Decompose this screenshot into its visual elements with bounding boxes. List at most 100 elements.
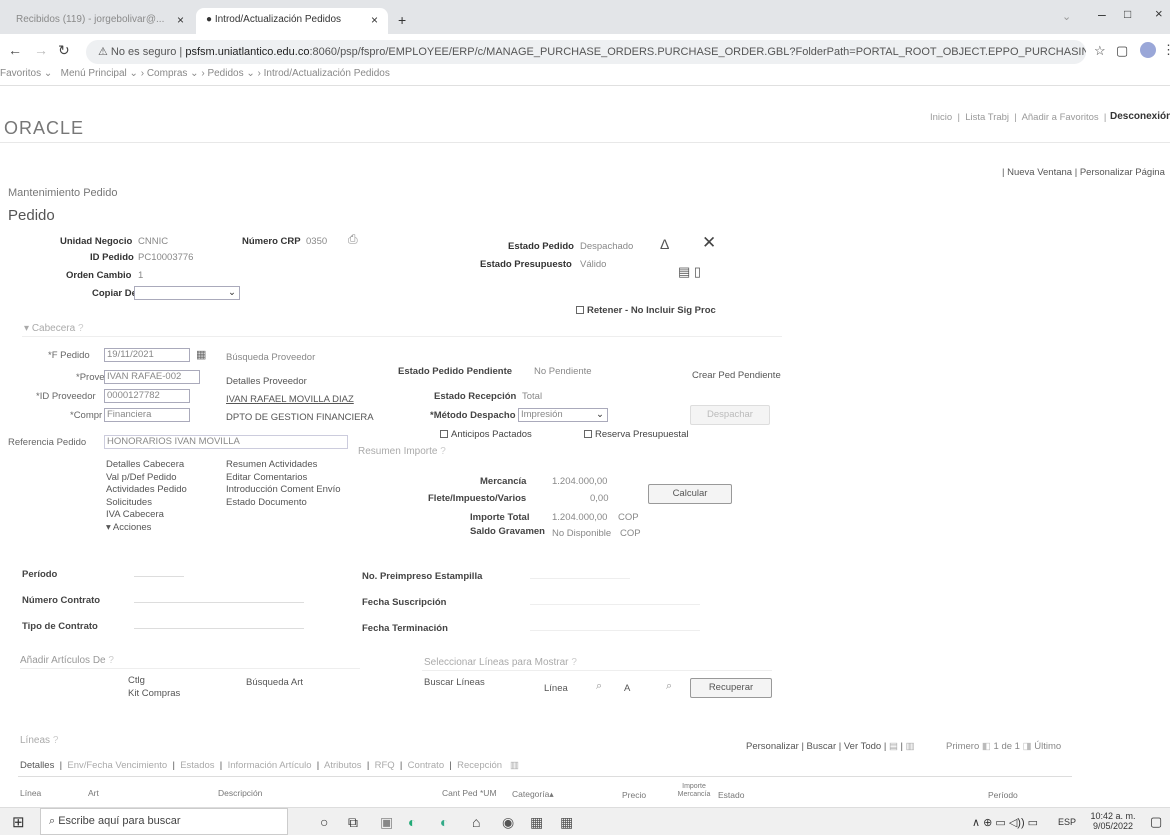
system-tray-icons[interactable]: ∧ ⊕ ▭ ◁)) ▭ xyxy=(972,816,1038,829)
primero-link[interactable]: Primero xyxy=(946,741,979,752)
breadcrumb-compras[interactable]: Compras xyxy=(147,68,188,79)
chrome-icon[interactable]: ◉ xyxy=(502,814,514,831)
edge-icon[interactable]: ◐ xyxy=(408,814,416,830)
taskbar-search[interactable]: ⌕ Escribe aquí para buscar xyxy=(40,808,288,835)
prove-input[interactable]: IVAN RAFAE-002 xyxy=(104,370,200,384)
new-tab-button[interactable]: + xyxy=(398,12,406,28)
crear-pendiente-link[interactable]: Crear Ped Pendiente xyxy=(692,370,781,381)
referencia-input[interactable]: HONORARIOS IVAN MOVILLA xyxy=(104,435,348,449)
col-art: Art xyxy=(88,788,99,798)
breadcrumb-current[interactable]: Introd/Actualización Pedidos xyxy=(264,68,390,79)
store-icon[interactable]: ▣ xyxy=(380,814,393,831)
clock[interactable]: 10:42 a. m. 9/05/2022 xyxy=(1088,811,1138,831)
kit-compras-link[interactable]: Kit Compras xyxy=(128,688,180,699)
acciones-link[interactable]: ▾ Acciones xyxy=(106,522,216,535)
personalizar-link[interactable]: Personalizar Página xyxy=(1080,167,1165,178)
delta-icon[interactable]: Δ xyxy=(660,236,669,252)
calendar-icon[interactable]: ▦ xyxy=(196,348,206,361)
breadcrumb-pedidos[interactable]: Pedidos xyxy=(207,68,243,79)
comentario-envio-link[interactable]: Introducción Coment Envío xyxy=(226,484,366,497)
tab-info-articulo[interactable]: Información Artículo xyxy=(228,760,312,771)
iva-cabecera-link[interactable]: IVA Cabecera xyxy=(106,509,216,522)
header-link-lista[interactable]: Lista Trabj xyxy=(965,112,1009,123)
edge-icon-2[interactable]: ◐ xyxy=(440,814,448,830)
detalles-proveedor-link[interactable]: Detalles Proveedor xyxy=(226,376,307,387)
tab-envio[interactable]: Env/Fecha Vencimiento xyxy=(67,760,167,771)
search-icon[interactable]: ⌕ xyxy=(666,680,672,693)
compr-input[interactable]: Financiera xyxy=(104,408,190,422)
editar-comentarios-link[interactable]: Editar Comentarios xyxy=(226,472,366,485)
word-icon[interactable]: ▦ xyxy=(530,814,543,831)
document-icon[interactable]: ▤ ▯ xyxy=(678,264,701,280)
tab-estados[interactable]: Estados xyxy=(180,760,214,771)
expand-tabs-icon[interactable]: ▥ xyxy=(510,760,519,771)
forward-icon[interactable]: → xyxy=(34,42,48,58)
col-precio: Precio xyxy=(622,790,647,800)
breadcrumb-menu[interactable]: Menú Principal xyxy=(61,68,127,79)
window-close-icon[interactable]: × xyxy=(1155,6,1163,21)
tab-rfq[interactable]: RFQ xyxy=(375,760,395,771)
menu-icon[interactable]: ⋮ xyxy=(1162,42,1170,58)
sidebar-icon[interactable]: ▢ xyxy=(1116,43,1128,59)
col-categoria[interactable]: Categoría▴ xyxy=(512,789,554,800)
profile-avatar[interactable] xyxy=(1140,42,1156,58)
star-icon[interactable]: ☆ xyxy=(1094,43,1106,59)
cabecera-section[interactable]: ▾ Cabecera ? xyxy=(24,323,84,334)
id-proveedor-input[interactable]: 0000127782 xyxy=(104,389,190,403)
actividades-pedido-link[interactable]: Actividades Pedido xyxy=(106,484,216,497)
tab-pedidos[interactable]: ● Introd/Actualización Pedidos × xyxy=(196,8,388,34)
tab-search-icon[interactable]: ⌄ xyxy=(1062,10,1071,23)
busqueda-art-link[interactable]: Búsqueda Art xyxy=(246,677,303,688)
close-icon[interactable]: × xyxy=(371,13,378,27)
files-icon[interactable]: ⌂ xyxy=(472,814,480,830)
breadcrumb-favoritos[interactable]: Favoritos xyxy=(0,68,41,79)
tab-atributos[interactable]: Atributos xyxy=(324,760,362,771)
maximize-icon[interactable]: □ xyxy=(1124,7,1131,21)
busqueda-proveedor-link[interactable]: Búsqueda Proveedor xyxy=(226,352,315,363)
resumen-actividades-link[interactable]: Resumen Actividades xyxy=(226,459,366,472)
search-icon[interactable]: ⌕ xyxy=(596,680,602,693)
tab-contrato[interactable]: Contrato xyxy=(408,760,444,771)
windows-start-icon[interactable]: ⊞ xyxy=(12,813,25,831)
val-def-pedido-link[interactable]: Val p/Def Pedido xyxy=(106,472,216,485)
tab-gmail[interactable]: Recibidos (119) - jorgebolivar@... × xyxy=(6,8,194,34)
calcular-button[interactable]: Calcular xyxy=(648,484,732,504)
minimize-icon[interactable]: – xyxy=(1098,6,1106,22)
back-icon[interactable]: ← xyxy=(8,42,22,58)
reserva-checkbox[interactable]: Reserva Presupuestal xyxy=(584,429,688,440)
word-icon-2[interactable]: ▦ xyxy=(560,814,573,831)
copiar-select[interactable]: ⌄ xyxy=(134,286,240,300)
prev-icon[interactable]: ◧ xyxy=(982,741,991,752)
ultimo-link[interactable]: Último xyxy=(1034,741,1061,752)
despachar-button[interactable]: Despachar xyxy=(690,405,770,425)
ctlg-link[interactable]: Ctlg xyxy=(128,675,145,686)
grid-icon[interactable]: ▤ xyxy=(889,741,898,752)
language-indicator[interactable]: ESP xyxy=(1058,817,1076,827)
cancel-icon[interactable]: ✕ xyxy=(702,233,716,253)
notifications-icon[interactable]: ▢ xyxy=(1150,814,1162,830)
grid-nav-links[interactable]: Personalizar | Buscar | Ver Todo | xyxy=(746,741,886,752)
print-icon[interactable]: ⎙ xyxy=(348,232,358,247)
despacho-select[interactable]: Impresión ⌄ xyxy=(518,408,608,422)
logout-link[interactable]: Desconexión xyxy=(1110,111,1170,122)
anticipos-checkbox[interactable]: Anticipos Pactados xyxy=(440,429,532,440)
task-view-icon[interactable]: ⧉ xyxy=(348,814,358,831)
tab-detalles[interactable]: Detalles xyxy=(20,760,54,771)
reload-icon[interactable]: ↻ xyxy=(58,42,70,59)
estado-documento-link[interactable]: Estado Documento xyxy=(226,497,366,510)
recuperar-button[interactable]: Recuperar xyxy=(690,678,772,698)
nueva-ventana-link[interactable]: Nueva Ventana xyxy=(1007,167,1072,178)
close-icon[interactable]: × xyxy=(177,13,184,27)
orden-label: Orden Cambio xyxy=(66,270,132,281)
download-icon[interactable]: ▥ xyxy=(906,741,915,752)
next-icon[interactable]: ◨ xyxy=(1023,741,1032,752)
tab-recepcion[interactable]: Recepción xyxy=(457,760,502,771)
retener-checkbox[interactable]: Retener - No Incluir Sig Proc xyxy=(576,305,716,316)
header-link-inicio[interactable]: Inicio xyxy=(930,112,952,123)
address-bar[interactable]: ⚠ No es seguro | psfsm.uniatlantico.edu.… xyxy=(86,40,1086,64)
header-link-favoritos[interactable]: Añadir a Favoritos xyxy=(1022,112,1099,123)
f-pedido-input[interactable]: 19/11/2021 xyxy=(104,348,190,362)
cortana-icon[interactable]: ○ xyxy=(320,814,328,830)
detalles-cabecera-link[interactable]: Detalles Cabecera xyxy=(106,459,216,472)
solicitudes-link[interactable]: Solicitudes xyxy=(106,497,216,510)
